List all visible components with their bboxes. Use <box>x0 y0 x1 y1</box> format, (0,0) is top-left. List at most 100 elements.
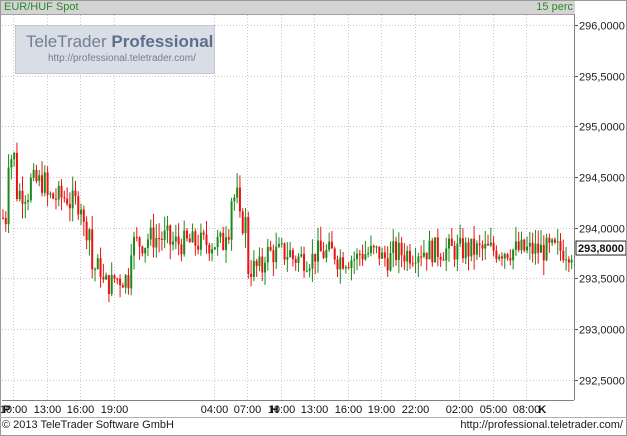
candle-body <box>336 259 339 270</box>
candle-body <box>116 278 119 280</box>
candle-body <box>155 237 158 248</box>
candle-body <box>297 256 300 263</box>
candle-body <box>177 236 180 245</box>
candle-body <box>135 236 138 238</box>
candle-body <box>570 259 573 263</box>
candle-body <box>208 245 211 254</box>
candle-body <box>2 217 4 219</box>
candle-body <box>364 254 367 260</box>
candle-body <box>38 175 41 181</box>
x-day-marker: P <box>3 404 10 416</box>
candle-body <box>506 254 509 259</box>
candle-body <box>353 259 356 261</box>
candle-body <box>330 241 333 249</box>
chart-root: 292,5000 293,0000 293,5000 294,0000 294,5000… <box>0 0 627 436</box>
candle-body <box>144 247 147 254</box>
candle-body <box>138 237 141 247</box>
candle-body <box>450 238 453 246</box>
instrument-title: EUR/HUF Spot <box>4 1 79 13</box>
candle-body <box>445 248 448 261</box>
candle-body <box>367 253 370 255</box>
candle-body <box>222 232 225 250</box>
candle-body <box>77 196 80 215</box>
candle-body <box>464 242 467 259</box>
candle-body <box>375 246 378 248</box>
candle-body <box>163 230 166 241</box>
candle-body <box>347 267 350 269</box>
candle-body <box>526 246 529 251</box>
candle-body <box>559 241 562 251</box>
candle-body <box>308 268 311 271</box>
candle-body <box>545 237 548 261</box>
candle-body <box>456 243 459 260</box>
candle-body <box>247 217 250 274</box>
watermark-brand: TeleTrader Professional <box>26 32 214 51</box>
candle-body <box>277 243 280 247</box>
candle-body <box>216 236 219 248</box>
candle-body <box>180 244 183 255</box>
y-tick-label: 293,5000 <box>579 274 625 286</box>
candle-body <box>197 245 200 250</box>
candle-body <box>509 258 512 261</box>
candle-body <box>434 237 437 263</box>
footer-divider <box>0 417 627 418</box>
candle-body <box>383 252 386 259</box>
candle-body <box>498 256 501 259</box>
candle-body <box>18 190 21 200</box>
candle-body <box>408 250 411 264</box>
y-tick-label: 295,5000 <box>579 72 625 84</box>
candle-body <box>13 152 16 160</box>
candle-body <box>350 260 353 268</box>
x-tick-label: 16:00 <box>335 404 363 416</box>
candle-body <box>283 243 286 260</box>
candle-body <box>166 225 169 231</box>
candle-body <box>272 250 275 263</box>
candle-body <box>252 260 255 277</box>
candle-body <box>567 259 570 263</box>
candle-body <box>35 169 38 181</box>
candle-body <box>403 255 406 262</box>
candle-body <box>481 244 484 249</box>
candle-body <box>149 227 152 240</box>
candle-body <box>369 245 372 254</box>
x-tick-label: 02:00 <box>446 404 474 416</box>
candle-body <box>311 253 314 269</box>
candle-body <box>172 241 175 245</box>
candle-body <box>68 204 71 209</box>
candle-body <box>523 239 526 251</box>
candle-body <box>91 229 94 270</box>
candle-body <box>93 269 96 271</box>
candle-body <box>225 237 228 250</box>
candle-body <box>489 242 492 246</box>
candle-body <box>420 256 423 258</box>
candle-body <box>88 229 91 241</box>
candle-body <box>105 275 108 280</box>
candle-body <box>10 159 13 168</box>
candle-body <box>241 211 244 234</box>
candle-body <box>406 250 409 262</box>
y-tick-label: 296,0000 <box>579 21 625 33</box>
candle-body <box>328 241 331 250</box>
candle-body <box>227 237 230 240</box>
candle-body <box>425 252 428 260</box>
candle-body <box>71 190 74 209</box>
candle-body <box>551 239 554 243</box>
candle-body <box>185 230 188 239</box>
candle-body <box>29 177 32 201</box>
candle-body <box>119 278 122 286</box>
y-tick-label: 295,0000 <box>579 122 625 134</box>
candle-body <box>514 241 517 250</box>
candle-body <box>60 185 63 198</box>
candle-body <box>492 242 495 251</box>
candle-body <box>392 241 395 254</box>
candle-body <box>169 225 172 245</box>
candle-body <box>66 198 69 205</box>
candle-body <box>512 249 515 261</box>
candle-body <box>102 277 105 280</box>
x-tick-label: 13:00 <box>34 404 62 416</box>
candle-body <box>300 254 303 257</box>
candle-body <box>470 238 473 257</box>
candle-body <box>417 256 420 263</box>
candle-body <box>439 256 442 260</box>
candle-body <box>280 243 283 245</box>
